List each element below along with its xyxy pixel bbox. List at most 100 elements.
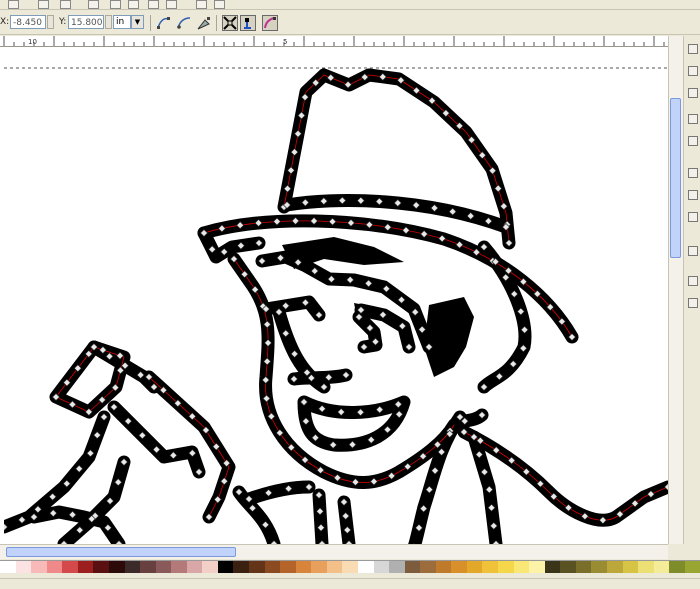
commands-panel — [683, 36, 700, 544]
top-toolbar-strip — [0, 0, 700, 10]
panel-button[interactable] — [688, 276, 698, 286]
x-label: X: — [0, 17, 10, 27]
node-edit-icon — [197, 17, 210, 30]
y-label: Y: — [59, 17, 67, 27]
color-swatch[interactable] — [249, 561, 265, 573]
color-swatch[interactable] — [233, 561, 249, 573]
color-swatch[interactable] — [498, 561, 514, 573]
color-swatch[interactable] — [606, 561, 623, 573]
color-swatch[interactable] — [389, 561, 405, 573]
color-swatch[interactable] — [140, 561, 156, 573]
x-coordinate-field[interactable]: -8.450 — [10, 15, 46, 29]
drawing-canvas[interactable] — [4, 47, 668, 544]
toolbar-icon[interactable] — [110, 0, 121, 9]
color-swatch[interactable] — [202, 561, 218, 573]
path-outline — [55, 74, 668, 521]
panel-button[interactable] — [688, 88, 698, 98]
color-swatch[interactable] — [451, 561, 467, 573]
color-palette[interactable] — [0, 560, 700, 579]
color-swatch[interactable] — [186, 561, 203, 573]
color-swatch[interactable] — [295, 561, 312, 573]
toolbar-separator — [216, 15, 217, 31]
color-swatch[interactable] — [15, 561, 32, 573]
color-swatch[interactable] — [311, 561, 327, 573]
color-swatch[interactable] — [544, 561, 561, 573]
ruler-label: 10 — [28, 38, 37, 46]
color-swatch[interactable] — [466, 561, 483, 573]
color-swatch[interactable] — [326, 561, 343, 573]
panel-button[interactable] — [688, 168, 698, 178]
horizontal-ruler: 10 5 — [0, 36, 668, 47]
color-swatch[interactable] — [77, 561, 94, 573]
y-spin-button[interactable] — [105, 15, 112, 29]
unit-select[interactable]: in — [113, 15, 131, 29]
color-swatch[interactable] — [108, 561, 125, 573]
toolbar-icon[interactable] — [128, 0, 139, 9]
illustration-man-with-hat — [4, 67, 668, 544]
color-swatch[interactable] — [264, 561, 281, 573]
panel-button[interactable] — [688, 66, 698, 76]
color-swatch[interactable] — [124, 561, 141, 573]
color-swatch[interactable] — [31, 561, 47, 573]
y-coordinate-field[interactable]: 15.800 — [68, 15, 104, 29]
toolbar-icon[interactable] — [214, 0, 225, 9]
show-nodes-icon — [244, 18, 251, 29]
color-swatch[interactable] — [155, 561, 172, 573]
ruler-ticks: 10 5 — [3, 36, 665, 46]
color-swatch[interactable] — [217, 561, 234, 573]
color-swatch[interactable] — [435, 561, 452, 573]
horizontal-scroll-thumb[interactable] — [6, 547, 236, 557]
color-swatch[interactable] — [669, 561, 685, 573]
panel-button[interactable] — [688, 114, 698, 124]
transform-handles-button[interactable] — [222, 15, 238, 31]
node-smooth-tool-button[interactable] — [176, 15, 192, 31]
panel-button[interactable] — [688, 246, 698, 256]
panel-button[interactable] — [688, 190, 698, 200]
color-swatch[interactable] — [653, 561, 670, 573]
toolbar-icon[interactable] — [8, 0, 19, 9]
toolbar-separator — [150, 15, 151, 31]
color-swatch[interactable] — [342, 561, 358, 573]
color-swatch[interactable] — [62, 561, 78, 573]
show-nodes-button[interactable] — [240, 15, 256, 31]
color-swatch[interactable] — [280, 561, 296, 573]
color-swatch[interactable] — [0, 561, 16, 573]
panel-button[interactable] — [688, 298, 698, 308]
panel-button[interactable] — [688, 136, 698, 146]
panel-button[interactable] — [688, 44, 698, 54]
ruler-label: 5 — [283, 38, 287, 46]
toolbar-icon[interactable] — [148, 0, 159, 9]
panel-button[interactable] — [688, 212, 698, 222]
artwork-strokes — [4, 68, 668, 544]
horizontal-scrollbar[interactable] — [0, 544, 668, 559]
chevron-down-icon: ▼ — [134, 18, 141, 26]
color-swatch[interactable] — [420, 561, 436, 573]
color-swatch[interactable] — [684, 561, 700, 573]
color-swatch[interactable] — [46, 561, 63, 573]
color-swatch[interactable] — [622, 561, 639, 573]
color-swatch[interactable] — [404, 561, 421, 573]
toolbar-icon[interactable] — [38, 0, 49, 9]
color-swatch[interactable] — [171, 561, 187, 573]
color-swatch[interactable] — [93, 561, 109, 573]
color-swatch[interactable] — [591, 561, 607, 573]
x-spin-button[interactable] — [47, 15, 54, 29]
color-swatch[interactable] — [373, 561, 390, 573]
vertical-scrollbar[interactable] — [668, 36, 683, 544]
color-swatch[interactable] — [357, 561, 374, 573]
color-swatch[interactable] — [638, 561, 654, 573]
show-path-outline-button[interactable] — [262, 15, 278, 31]
toolbar-icon[interactable] — [166, 0, 177, 9]
color-swatch[interactable] — [575, 561, 592, 573]
node-curve-tool-button[interactable] — [156, 15, 172, 31]
color-swatch[interactable] — [529, 561, 545, 573]
color-swatch[interactable] — [560, 561, 576, 573]
unit-dropdown-button[interactable]: ▼ — [131, 15, 144, 29]
node-edit-tool-button[interactable] — [196, 15, 212, 31]
toolbar-icon[interactable] — [196, 0, 207, 9]
vertical-scroll-thumb[interactable] — [670, 98, 681, 258]
color-swatch[interactable] — [482, 561, 498, 573]
toolbar-icon[interactable] — [88, 0, 99, 9]
toolbar-icon[interactable] — [60, 0, 71, 9]
color-swatch[interactable] — [513, 561, 530, 573]
